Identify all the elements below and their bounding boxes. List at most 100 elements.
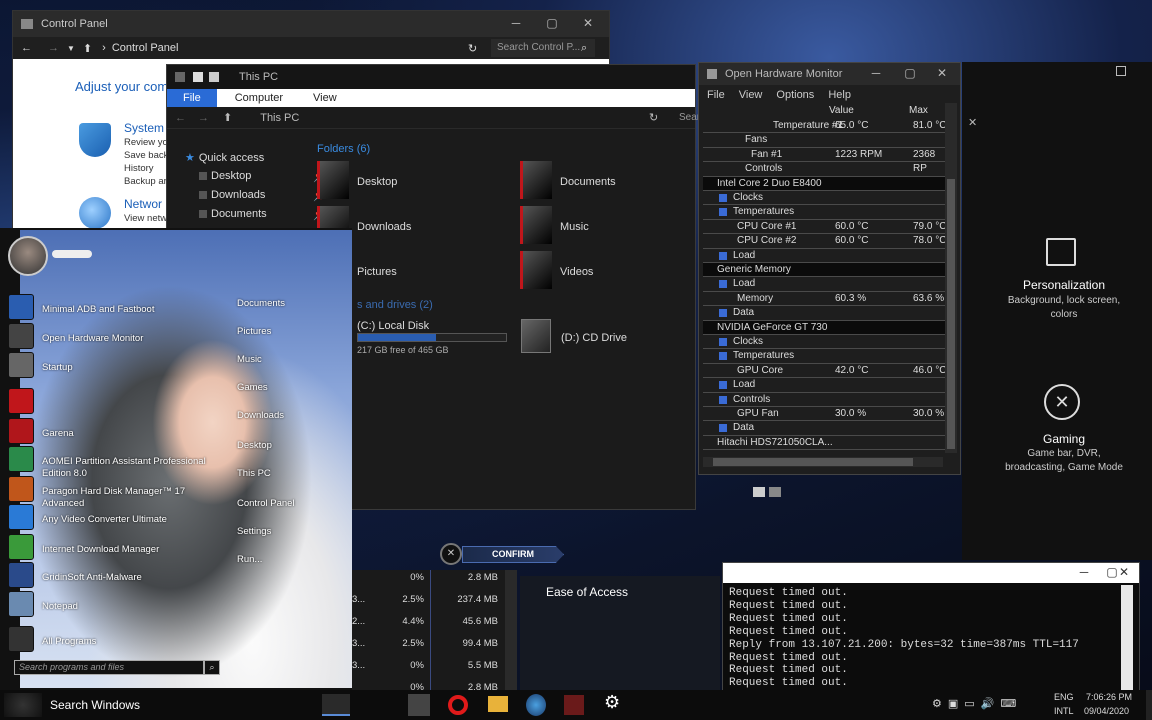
program-item[interactable]: Minimal ADB and Fastboot — [42, 304, 212, 316]
control-panel-address-bar[interactable]: ← → ▼ ⬆ › Control Panel ↻ Search Control… — [13, 37, 609, 59]
minimize-button[interactable]: ─ — [859, 61, 893, 85]
program-icon[interactable] — [8, 446, 34, 472]
sensor-row[interactable]: NVIDIA GeForce GT 730 — [703, 320, 947, 335]
sensor-row[interactable]: Hitachi HDS721050CLA... — [703, 436, 947, 451]
ohm-menubar[interactable]: File View Options Help — [699, 85, 960, 105]
file-explorer-icon[interactable] — [488, 696, 508, 712]
program-icon[interactable] — [8, 294, 34, 320]
column-header-value[interactable]: Value — [829, 105, 854, 116]
sensor-row[interactable]: Fans — [703, 133, 947, 148]
program-icon[interactable] — [8, 591, 34, 617]
drives-header[interactable]: s and drives (2) — [357, 299, 433, 311]
up-arrow-icon[interactable]: ⬆ — [83, 42, 92, 55]
program-item[interactable]: Garena — [42, 428, 212, 440]
sensor-row[interactable]: CPU Core #2 60.0 °C 78.0 °C — [703, 234, 947, 249]
nav-item-downloads[interactable]: Downloads📌 — [199, 189, 327, 202]
taskbar-app-network[interactable] — [408, 694, 430, 716]
nav-item-desktop[interactable]: Desktop📌 — [199, 170, 327, 183]
address-text[interactable]: This PC — [260, 112, 299, 124]
close-button[interactable]: ✕ — [925, 61, 959, 85]
program-item[interactable]: AOMEI Partition Assistant Professional E… — [42, 456, 212, 480]
control-panel-titlebar[interactable]: Control Panel ─ ▢ ✕ — [13, 11, 609, 37]
tab-file[interactable]: File — [167, 89, 217, 107]
program-icon[interactable] — [8, 562, 34, 588]
start-link[interactable]: Music — [237, 354, 262, 365]
program-item[interactable]: Notepad — [42, 601, 212, 613]
videos-folder-icon[interactable] — [520, 251, 552, 289]
gear-icon[interactable]: ⚙ — [604, 692, 620, 713]
horizontal-scrollbar[interactable] — [703, 457, 943, 467]
nav-quick-access[interactable]: ★ Quick access — [185, 151, 264, 164]
system-sub-1[interactable]: Review yo — [124, 137, 168, 148]
refresh-icon[interactable]: ↻ — [468, 42, 477, 55]
documents-folder-icon[interactable] — [520, 161, 552, 199]
folder-music[interactable]: Music — [560, 221, 589, 233]
settings-window[interactable]: ✕ Personalization Background, lock scree… — [962, 62, 1152, 560]
task-scrollbar[interactable] — [505, 570, 517, 690]
system-sub-2[interactable]: Save back — [124, 150, 168, 161]
folder-pictures[interactable]: Pictures — [357, 266, 397, 278]
personalization-link[interactable]: Personalization — [962, 278, 1152, 292]
forward-arrow-icon[interactable]: → — [198, 112, 209, 124]
close-button[interactable]: ✕ — [1111, 560, 1137, 584]
start-link[interactable]: Documents — [237, 298, 285, 309]
explorer-search-input[interactable]: Sear — [679, 112, 700, 123]
vertical-scrollbar[interactable] — [945, 103, 957, 453]
program-item[interactable]: Open Hardware Monitor — [42, 333, 212, 345]
tab-view[interactable]: View — [301, 89, 349, 107]
sensor-row[interactable]: Clocks — [703, 335, 947, 350]
program-icon[interactable] — [8, 476, 34, 502]
network-link[interactable]: Networ — [124, 197, 162, 211]
console-scrollbar[interactable] — [1121, 585, 1133, 705]
console-titlebar[interactable]: ─ ▢ ✕ — [723, 563, 1139, 583]
ease-of-access-label[interactable]: Ease of Access — [546, 585, 628, 599]
start-search-input[interactable]: Search programs and files — [14, 660, 204, 675]
close-circle-icon[interactable]: ✕ — [440, 543, 462, 565]
tab-computer[interactable]: Computer — [223, 89, 295, 107]
start-link[interactable]: Desktop — [237, 440, 272, 451]
music-folder-icon[interactable] — [520, 206, 552, 244]
sensor-row[interactable]: Generic Memory — [703, 263, 947, 278]
folder-desktop[interactable]: Desktop — [357, 176, 397, 188]
back-arrow-icon[interactable]: ← — [21, 42, 32, 54]
sensor-row[interactable]: Load — [703, 378, 947, 393]
sensor-row[interactable]: GPU Fan 30.0 % 30.0 % — [703, 407, 947, 422]
menu-file[interactable]: File — [707, 89, 725, 101]
desktop-folder-icon[interactable] — [317, 161, 349, 199]
folders-header[interactable]: Folders (6) — [317, 143, 370, 155]
sensor-row[interactable]: Data — [703, 306, 947, 321]
sensor-row[interactable]: GPU Core 42.0 °C 46.0 °C — [703, 364, 947, 379]
sensor-row[interactable]: Controls — [703, 162, 947, 177]
system-sub-4[interactable]: Backup ar — [124, 176, 167, 187]
refresh-icon[interactable]: ↻ — [649, 111, 658, 124]
taskbar[interactable]: Search Windows ⚙ ⚙▣▭🔊⌨ ENG INTL 7:06:26 … — [0, 690, 1152, 720]
taskbar-app-browser[interactable] — [526, 694, 546, 716]
view-large-icons-icon[interactable] — [769, 487, 781, 497]
sensor-row[interactable]: Temperature #1 65.0 °C 81.0 °C — [703, 119, 947, 134]
program-item[interactable]: Paragon Hard Disk Manager™ 17 Advanced — [42, 486, 212, 510]
search-icon[interactable]: ⌕ — [204, 660, 220, 675]
breadcrumb[interactable]: Control Panel — [112, 42, 179, 54]
search-input[interactable]: Search Control P... — [491, 39, 595, 57]
program-icon[interactable] — [8, 388, 34, 414]
maximize-button[interactable]: ▢ — [535, 11, 569, 35]
sensor-row[interactable]: Temperatures — [703, 205, 947, 220]
sensor-row[interactable]: Fan #1 1223 RPM 2368 RP — [703, 148, 947, 174]
xbox-icon[interactable]: ✕ — [1044, 384, 1080, 420]
language-eng[interactable]: ENG — [1054, 692, 1074, 702]
properties-icon[interactable] — [193, 72, 203, 82]
user-avatar[interactable] — [8, 236, 48, 276]
hscroll-thumb[interactable] — [713, 458, 913, 466]
sensor-row[interactable]: CPU Core #1 60.0 °C 79.0 °C — [703, 220, 947, 235]
program-item[interactable]: Any Video Converter Ultimate — [42, 514, 212, 526]
up-arrow-icon[interactable]: ⬆ — [223, 111, 232, 124]
close-icon[interactable]: ✕ — [968, 116, 977, 129]
confirm-button[interactable]: ✕ CONFIRM — [440, 543, 568, 565]
console-window[interactable]: ─ ▢ ✕ Request timed out. Request timed o… — [722, 562, 1140, 710]
drive-d-label[interactable]: (D:) CD Drive — [561, 332, 627, 344]
taskbar-app-explorer[interactable] — [322, 694, 350, 716]
maximize-button[interactable] — [1116, 66, 1126, 76]
sensor-row[interactable]: Temperatures — [703, 349, 947, 364]
start-link[interactable]: Pictures — [237, 326, 271, 337]
column-header-max[interactable]: Max — [909, 105, 928, 116]
